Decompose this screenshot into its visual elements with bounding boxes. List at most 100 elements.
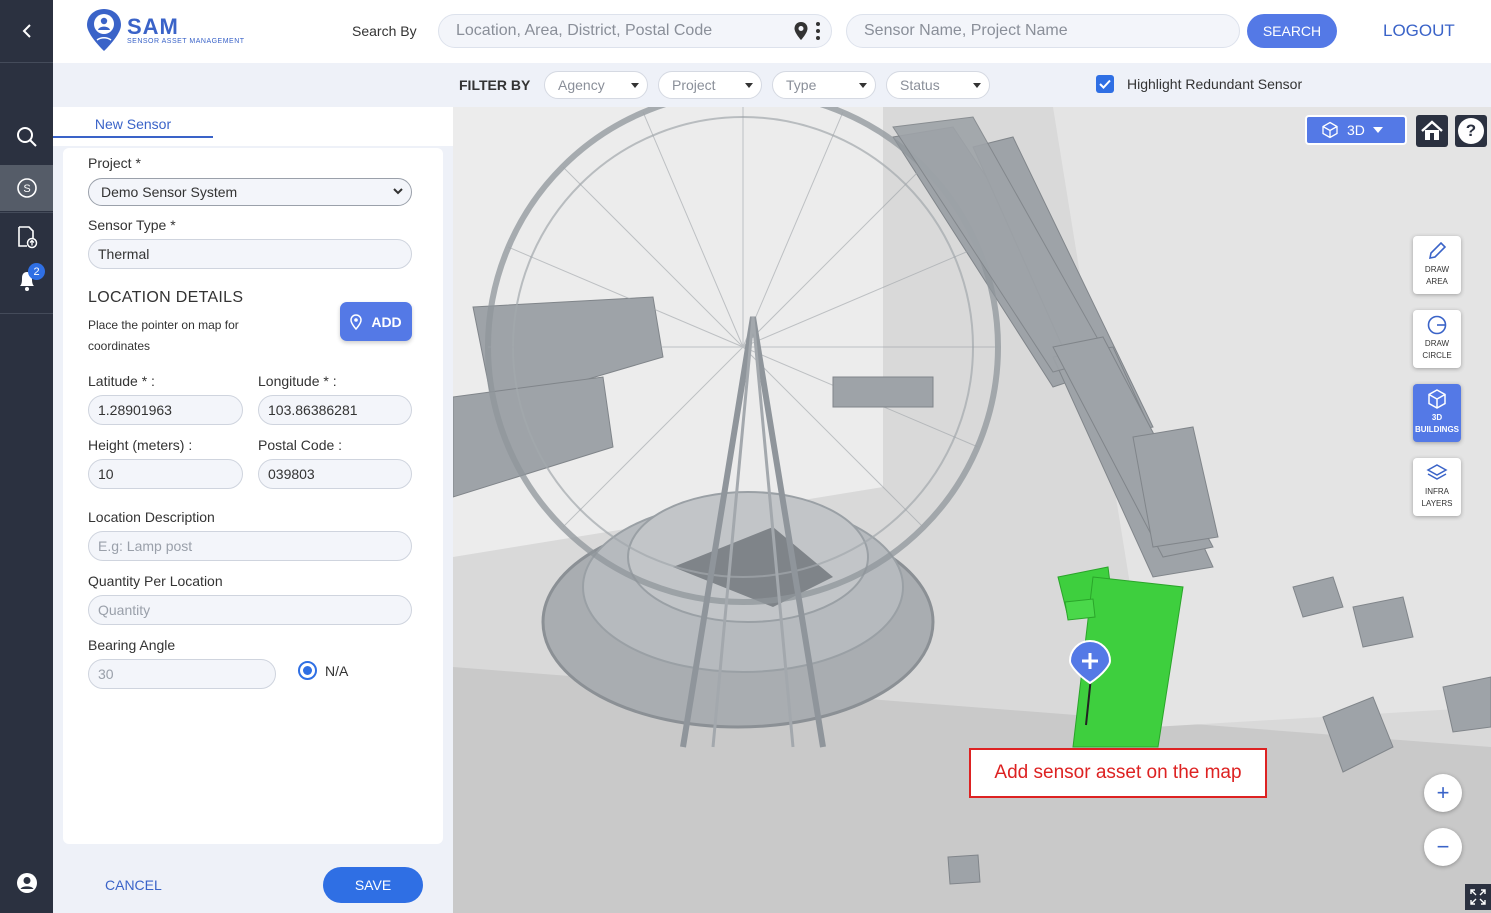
- postal-code-field[interactable]: 039803: [258, 459, 412, 489]
- highlight-redundant-toggle[interactable]: Highlight Redundant Sensor: [1096, 75, 1302, 93]
- infra-layers-button[interactable]: INFRA LAYERS: [1413, 458, 1461, 516]
- radio-selected-icon: [298, 661, 317, 680]
- highlight-label: Highlight Redundant Sensor: [1127, 76, 1303, 92]
- search-nav-button[interactable]: [0, 114, 53, 160]
- top-header: SAM SENSOR ASSET MANAGEMENT Search By SE…: [53, 0, 1491, 63]
- caret-down-icon: [631, 83, 639, 88]
- draw-area-line2: AREA: [1426, 277, 1448, 286]
- draw-circle-button[interactable]: DRAW CIRCLE: [1413, 310, 1461, 368]
- quantity-label: Quantity Per Location: [88, 573, 223, 589]
- left-rail: S 2: [0, 0, 53, 913]
- chevron-left-icon: [22, 24, 31, 38]
- rail-divider: [0, 212, 53, 213]
- agency-filter-label: Agency: [558, 77, 605, 93]
- add-sensor-callout: Add sensor asset on the map: [969, 748, 1267, 798]
- 3d-buildings-line2: BUILDINGS: [1415, 425, 1459, 434]
- type-filter[interactable]: Type: [772, 71, 876, 99]
- view-mode-dropdown[interactable]: 3D: [1305, 115, 1407, 145]
- circle-draw-icon: [1427, 315, 1447, 335]
- new-sensor-form: Project * Demo Sensor System Sensor Type…: [63, 148, 443, 844]
- location-details-title: LOCATION DETAILS: [88, 289, 244, 306]
- sensor-type-field[interactable]: Thermal: [88, 239, 412, 269]
- latitude-field[interactable]: 1.28901963: [88, 395, 243, 425]
- project-filter-label: Project: [672, 77, 716, 93]
- cube-icon: [1428, 389, 1446, 409]
- height-field[interactable]: 10: [88, 459, 243, 489]
- longitude-field[interactable]: 103.86386281: [258, 395, 412, 425]
- location-description-label: Location Description: [88, 509, 215, 525]
- location-help-text: Place the pointer on map for coordinates: [88, 318, 239, 353]
- filter-bar: FILTER BY Agency Project Type Status Hig…: [53, 63, 1491, 107]
- sensor-search-box: [846, 14, 1240, 48]
- na-radio[interactable]: N/A: [298, 661, 348, 680]
- cube-icon: [1322, 121, 1338, 139]
- draw-area-line1: DRAW: [1424, 265, 1450, 274]
- caret-down-icon: [973, 83, 981, 88]
- profile-button[interactable]: [0, 860, 53, 906]
- location-description-field[interactable]: E.g: Lamp post: [88, 531, 412, 561]
- draw-circle-line2: CIRCLE: [1422, 351, 1452, 360]
- pencil-icon: [1428, 241, 1447, 260]
- infra-layers-line1: INFRA: [1425, 487, 1449, 496]
- location-search-input[interactable]: [456, 22, 746, 40]
- fullscreen-button[interactable]: [1465, 884, 1491, 910]
- project-select[interactable]: Demo Sensor System: [88, 178, 412, 206]
- status-filter[interactable]: Status: [886, 71, 990, 99]
- location-search-box: [438, 14, 832, 48]
- type-filter-label: Type: [786, 77, 817, 93]
- tab-new-sensor[interactable]: New Sensor: [53, 116, 213, 138]
- user-icon: [16, 873, 37, 893]
- svg-text:S: S: [23, 183, 30, 195]
- zoom-out-button[interactable]: −: [1424, 828, 1462, 866]
- search-by-label: Search By: [352, 23, 417, 39]
- quantity-field[interactable]: Quantity: [88, 595, 412, 625]
- view-mode-label: 3D: [1347, 122, 1365, 138]
- project-select-value: Demo Sensor System: [101, 184, 238, 200]
- more-vertical-icon[interactable]: [815, 21, 821, 41]
- chevron-down-icon: [393, 188, 403, 195]
- logout-link[interactable]: LOGOUT: [1383, 21, 1455, 41]
- location-tools: [793, 21, 821, 41]
- project-filter[interactable]: Project: [658, 71, 762, 99]
- draw-area-button[interactable]: DRAW AREA: [1413, 236, 1461, 294]
- project-label: Project *: [88, 155, 141, 171]
- collapse-button[interactable]: [0, 0, 53, 63]
- notifications-button[interactable]: [0, 258, 53, 304]
- postal-code-label: Postal Code :: [258, 437, 343, 453]
- cancel-button[interactable]: CANCEL: [105, 877, 162, 893]
- draw-circle-line1: DRAW: [1424, 339, 1450, 348]
- latitude-label: Latitude * :: [88, 373, 155, 389]
- search-button[interactable]: SEARCH: [1247, 14, 1337, 48]
- sam-logo-icon: [87, 9, 121, 51]
- file-upload-icon: [17, 226, 37, 249]
- map-view[interactable]: 3D ? DRAW AREA DRAW CIRCLE 3D BUILDINGS …: [453, 107, 1491, 913]
- bearing-angle-field[interactable]: 30: [88, 659, 276, 689]
- help-button[interactable]: ?: [1455, 115, 1487, 147]
- logo[interactable]: SAM SENSOR ASSET MANAGEMENT: [85, 7, 245, 53]
- layers-icon: [1426, 464, 1448, 480]
- caret-down-icon: [745, 83, 753, 88]
- highlight-checkbox[interactable]: [1096, 75, 1114, 93]
- notification-badge: 2: [28, 263, 45, 280]
- help-icon: ?: [1458, 118, 1484, 144]
- 3d-buildings-button[interactable]: 3D BUILDINGS: [1413, 384, 1461, 442]
- logo-subtitle: SENSOR ASSET MANAGEMENT: [127, 37, 245, 45]
- add-button-label: ADD: [371, 313, 402, 330]
- panel-tabs: New Sensor: [53, 107, 453, 146]
- sensor-search-input[interactable]: [864, 22, 1154, 40]
- map-pin-icon: [350, 313, 363, 330]
- caret-down-icon: [859, 83, 867, 88]
- save-button[interactable]: SAVE: [323, 867, 423, 903]
- upload-nav-button[interactable]: [0, 214, 53, 260]
- add-location-button[interactable]: ADD: [340, 302, 412, 341]
- sensor-icon: S: [16, 178, 37, 198]
- height-label: Height (meters) :: [88, 437, 193, 453]
- sensor-nav-button[interactable]: S: [0, 165, 53, 211]
- map-pin-icon[interactable]: [793, 21, 809, 41]
- 3d-buildings-line1: 3D: [1431, 413, 1443, 422]
- agency-filter[interactable]: Agency: [544, 71, 648, 99]
- home-button[interactable]: [1416, 115, 1448, 147]
- zoom-in-button[interactable]: +: [1424, 774, 1462, 812]
- logo-title: SAM: [127, 13, 179, 39]
- home-icon: [1421, 120, 1443, 140]
